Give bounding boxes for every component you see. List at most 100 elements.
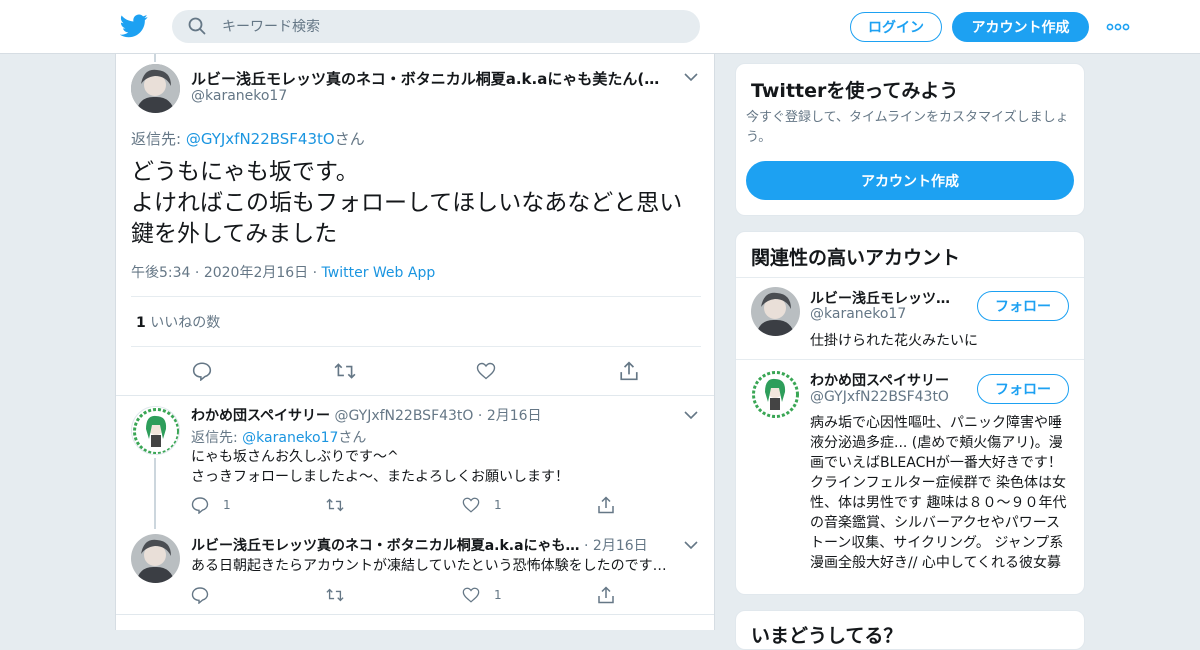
share-button[interactable] <box>619 361 639 381</box>
reply-header: ルビー浅丘モレッツ真のネコ・ボタニカル桐夏a.k.aにゃも… · 2月16日 <box>191 535 691 555</box>
follow-button[interactable]: フォロー <box>977 291 1069 321</box>
share-button[interactable] <box>597 496 615 514</box>
follow-button[interactable]: フォロー <box>977 374 1069 404</box>
heart-icon <box>476 362 496 380</box>
account-bio: 病み垢で心因性嘔吐、パニック障害や唾液分泌過多症... (虐めで頬火傷アリ)。漫… <box>810 415 1067 571</box>
trends-card: いまどうしてる？ <box>735 610 1085 650</box>
share-icon <box>620 361 638 381</box>
avatar-image-icon <box>133 408 179 454</box>
thread-connector <box>154 54 156 62</box>
account-handle[interactable]: @GYJxfN22BSF43tO <box>810 389 949 405</box>
signup-card-button[interactable]: アカウント作成 <box>746 161 1074 200</box>
more-options-icon[interactable] <box>1106 18 1130 36</box>
like-count: 1 <box>494 498 502 512</box>
avatar[interactable] <box>751 287 800 336</box>
avatar-image-icon <box>131 64 180 113</box>
related-card-title: 関連性の高いアカウント <box>751 247 961 269</box>
share-button[interactable] <box>597 586 615 604</box>
reply-to-line: 返信先: @karaneko17さん <box>191 427 366 447</box>
retweet-icon <box>326 588 344 602</box>
tweet-metadata: 午後5:34 · 2020年2月16日 · Twitter Web App <box>131 265 436 281</box>
tweet-author-name[interactable]: ルビー浅丘モレッツ真のネコ・ボタニカル桐夏a.k.aにゃも美たん(イ… <box>191 68 669 89</box>
signup-button[interactable]: アカウント作成 <box>952 12 1089 42</box>
tweet-date[interactable]: 2月16日 <box>593 538 648 554</box>
account-name[interactable]: わかめ団スペイサリー <box>810 370 970 390</box>
retweet-button[interactable] <box>326 586 344 604</box>
reply-prefix: 返信先: <box>131 130 186 148</box>
retweet-icon <box>326 498 344 512</box>
avatar[interactable] <box>131 534 180 583</box>
tweet-text: ある日朝起きたらアカウントが凍結していたという恐怖体験をしたのです… <box>191 558 667 574</box>
separator-dot: · <box>584 538 589 554</box>
account-bio: 仕掛けられた花火みたいに <box>810 333 978 349</box>
tweet-author-name[interactable]: わかめ団スペイサリー <box>191 408 330 424</box>
login-button[interactable]: ログイン <box>850 12 942 42</box>
retweet-icon <box>334 363 356 379</box>
reply-suffix: さん <box>338 430 367 446</box>
likes-label: いいねの数 <box>150 315 221 331</box>
retweet-button[interactable] <box>326 496 344 514</box>
tweet-author-handle[interactable]: @GYJxfN22BSF43tO <box>334 408 473 424</box>
reply-button[interactable] <box>191 586 209 604</box>
avatar[interactable] <box>131 406 180 455</box>
retweet-button[interactable] <box>334 361 356 381</box>
account-name[interactable]: ルビー浅丘モレッツ… <box>810 288 970 308</box>
chevron-down-icon[interactable] <box>683 409 699 421</box>
reply-to-line: 返信先: @GYJxfN22BSF43tOさん <box>131 128 365 149</box>
like-button[interactable]: 1 <box>462 586 502 604</box>
likes-count: 1 <box>136 315 146 331</box>
chevron-down-icon[interactable] <box>683 539 699 551</box>
avatar-image-icon <box>751 287 800 336</box>
separator-dot: · <box>477 408 483 424</box>
reply-icon <box>191 497 209 514</box>
reply-button[interactable]: 1 <box>191 496 231 514</box>
search-input[interactable] <box>222 10 682 43</box>
avatar[interactable] <box>751 370 800 419</box>
tweet-source-link[interactable]: Twitter Web App <box>322 265 436 281</box>
divider <box>131 296 701 297</box>
tweet-author-name[interactable]: ルビー浅丘モレッツ真のネコ・ボタニカル桐夏a.k.aにゃも… <box>191 538 580 554</box>
tweet-date[interactable]: 2月16日 <box>487 408 542 424</box>
likes-stat[interactable]: 1 いいねの数 <box>136 312 220 332</box>
tweet-text: にゃも坂さんお久しぶりです～^ さっきフォローしましたよ～、またよろしくお願いし… <box>191 449 569 485</box>
signup-card-description: 今すぐ登録して、タイムラインをカスタマイズしましょう。 <box>746 110 1069 145</box>
tweet-author-handle[interactable]: @karaneko17 <box>191 88 287 104</box>
avatar-image-icon <box>131 534 180 583</box>
share-icon <box>598 496 614 514</box>
twitter-bird-icon[interactable] <box>120 14 148 38</box>
reply-header: わかめ団スペイサリー @GYJxfN22BSF43tO · 2月16日 <box>191 405 691 425</box>
signup-card: Twitterを使ってみよう 今すぐ登録して、タイムラインをカスタマイズしましょ… <box>735 63 1085 216</box>
tweet-time[interactable]: 午後5:34 <box>131 265 190 281</box>
like-button[interactable] <box>476 361 496 381</box>
reply-icon <box>192 362 212 381</box>
search-box[interactable] <box>172 10 700 43</box>
like-button[interactable]: 1 <box>462 496 502 514</box>
top-bar: ログイン アカウント作成 <box>0 0 1200 54</box>
reply-icon <box>191 587 209 604</box>
divider <box>131 346 701 347</box>
main-timeline: ルビー浅丘モレッツ真のネコ・ボタニカル桐夏a.k.aにゃも美たん(イ… @kar… <box>115 54 715 630</box>
trends-card-title: いまどうしてる？ <box>751 625 903 647</box>
reply-mention-link[interactable]: @GYJxfN22BSF43tO <box>186 130 335 148</box>
divider <box>116 614 714 615</box>
reply-button[interactable] <box>192 361 212 381</box>
reply-count: 1 <box>223 498 231 512</box>
chevron-down-icon[interactable] <box>683 71 699 83</box>
reply-mention-link[interactable]: @karaneko17 <box>242 430 338 446</box>
avatar-image-icon <box>752 371 799 418</box>
signup-card-title: Twitterを使ってみよう <box>751 80 959 102</box>
divider <box>736 359 1084 360</box>
tweet-date[interactable]: 2020年2月16日 <box>204 265 308 281</box>
related-accounts-card: 関連性の高いアカウント ルビー浅丘モレッツ… @karaneko17 フォロー … <box>735 231 1085 595</box>
thread-connector <box>154 458 156 529</box>
divider <box>116 395 714 396</box>
tweet-text: どうもにゃも坂です。 よければこの垢もフォローしてほしいなあなどと思い鍵を外して… <box>131 159 683 247</box>
share-icon <box>598 586 614 604</box>
account-handle[interactable]: @karaneko17 <box>810 306 906 322</box>
reply-prefix: 返信先: <box>191 430 243 446</box>
like-count: 1 <box>494 588 502 602</box>
avatar[interactable] <box>131 64 180 113</box>
heart-icon <box>462 497 480 513</box>
reply-suffix: さん <box>334 130 365 148</box>
heart-icon <box>462 587 480 603</box>
